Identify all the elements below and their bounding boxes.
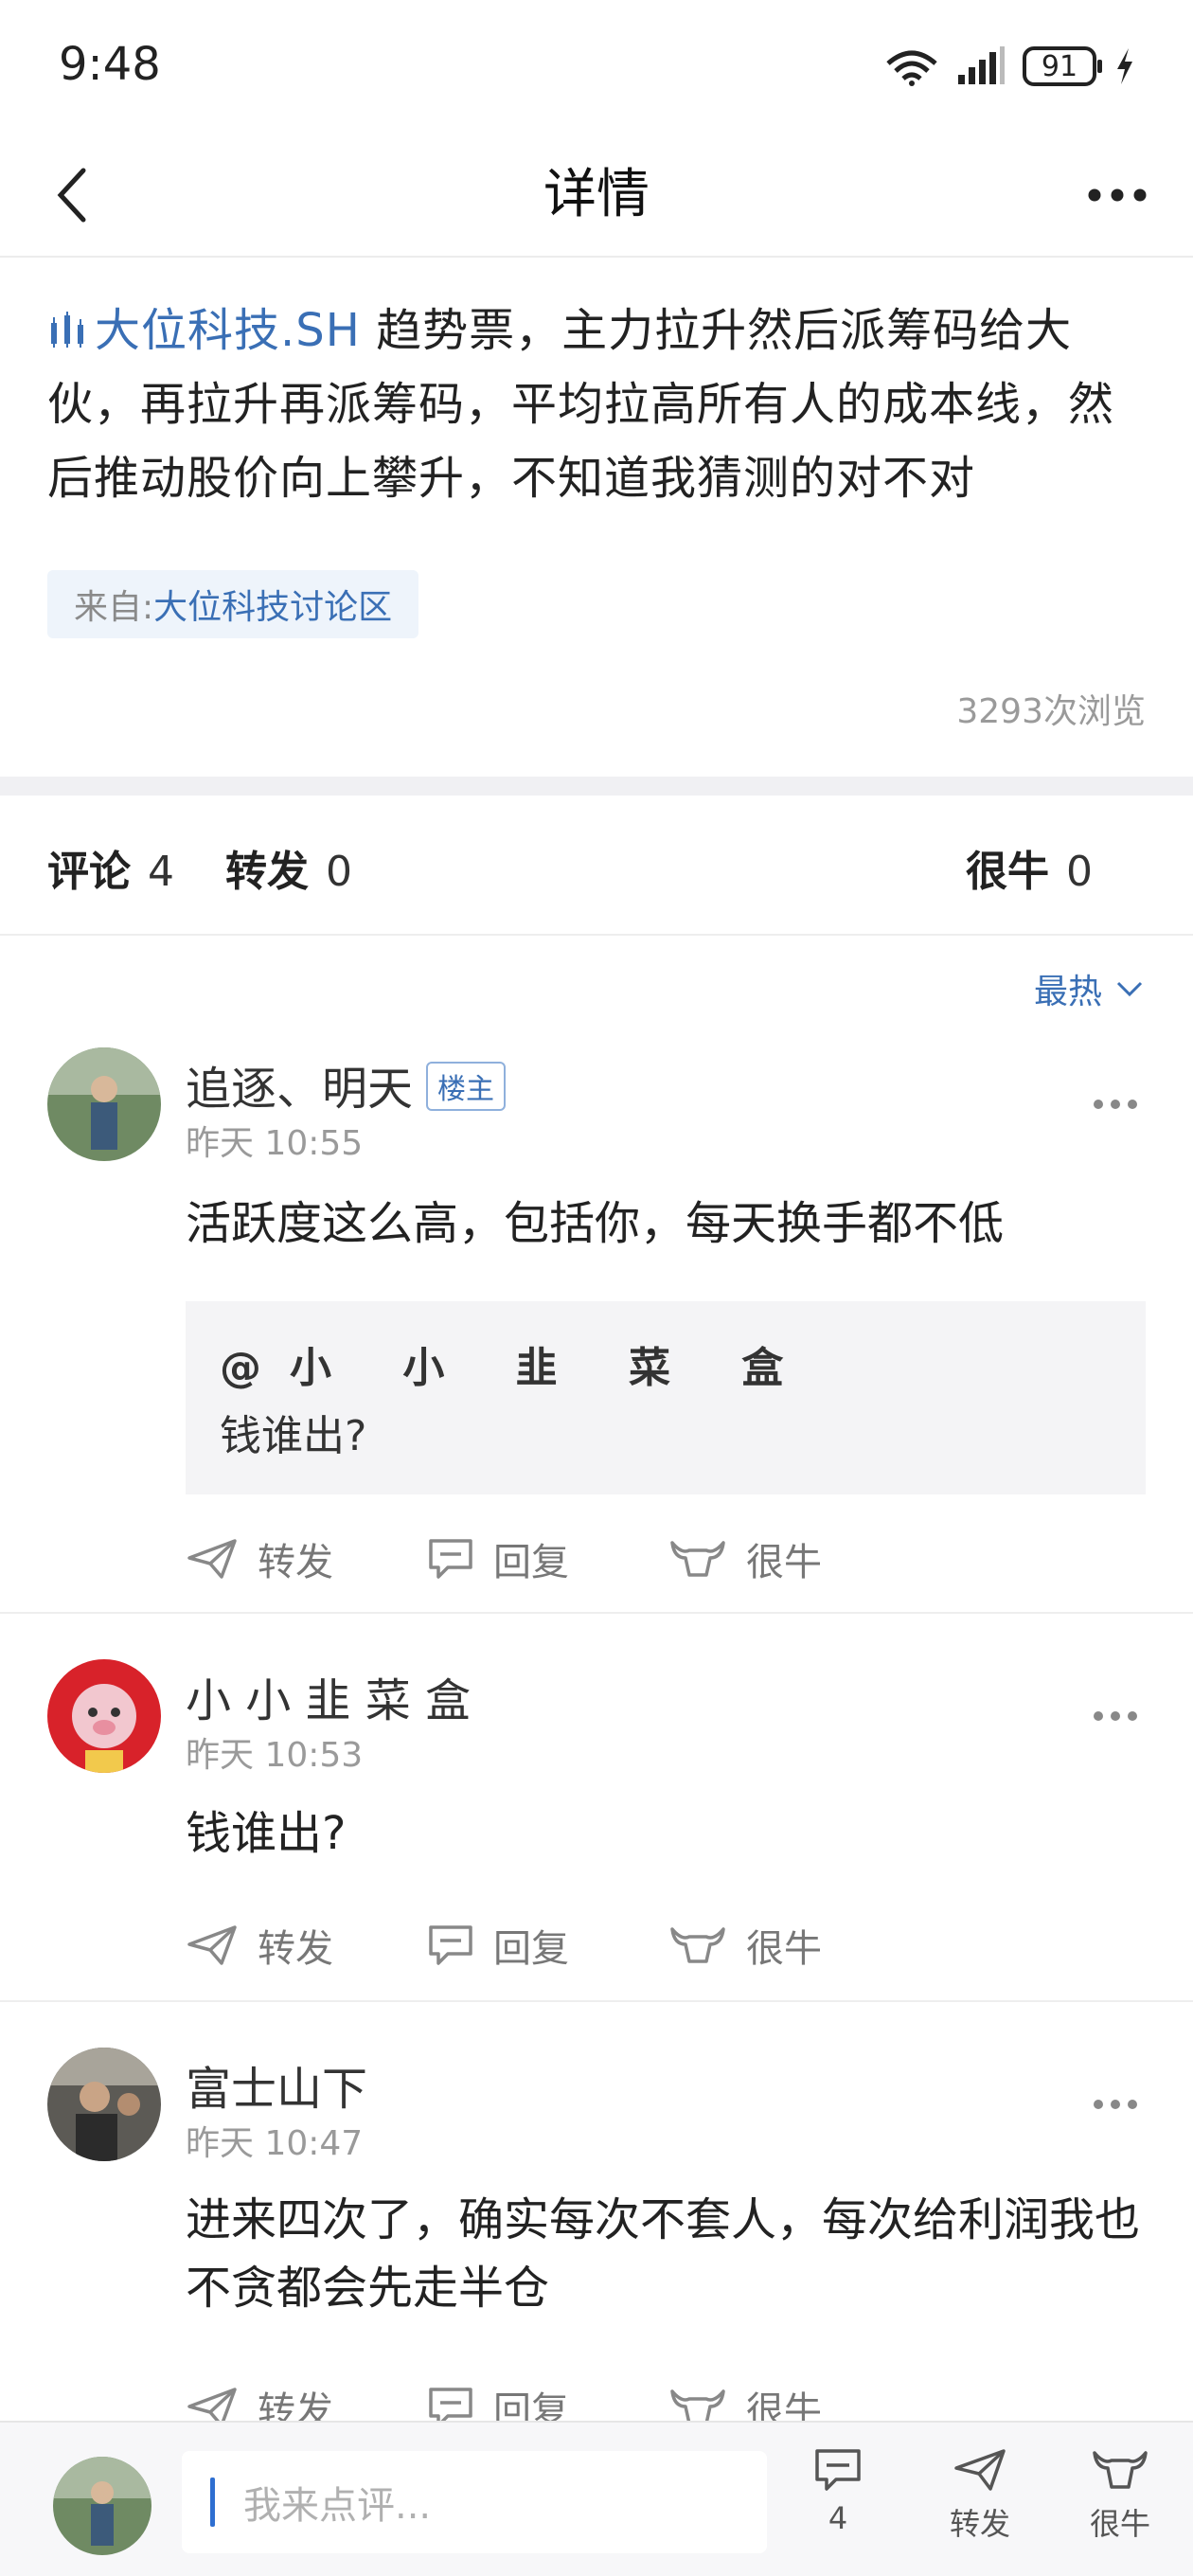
tab-reposts-count: 0 — [326, 848, 352, 896]
bull-icon — [670, 1927, 725, 1963]
comment-text: 活跃度这么高，包括你，每天换手都不低 — [186, 1197, 1005, 1250]
comment-author[interactable]: 追逐、明天 楼主 — [186, 1051, 507, 1118]
avatar[interactable] — [47, 1047, 161, 1161]
send-icon — [187, 1539, 237, 1579]
repost-button[interactable]: 转发 — [186, 1917, 427, 1974]
repost-button[interactable]: 转发 — [928, 2447, 1032, 2544]
more-options-button[interactable] — [1079, 161, 1155, 229]
comment-icon — [815, 2449, 861, 2491]
charging-icon — [1117, 48, 1132, 84]
send-icon — [954, 2449, 1006, 2491]
stock-tag-icon — [51, 312, 83, 348]
comment-more-button[interactable] — [1085, 1697, 1146, 1735]
like-button[interactable]: 很牛 — [668, 1917, 910, 1974]
comment-divider — [0, 1612, 1193, 1614]
tab-comments-count: 4 — [148, 848, 174, 896]
source-forum-link[interactable]: 来自: 大位科技讨论区 — [47, 570, 419, 638]
sort-dropdown[interactable]: 最热 — [1034, 964, 1144, 1013]
reply-label: 回复 — [493, 1541, 569, 1584]
battery-icon: 91 — [1023, 46, 1102, 86]
status-icons: 91 — [884, 44, 1136, 89]
tab-comments[interactable]: 评论 4 — [47, 837, 174, 898]
reply-label: 回复 — [493, 1927, 569, 1971]
bull-icon — [1093, 2451, 1148, 2489]
comment-author-name: 追逐、明天 — [186, 1063, 414, 1116]
source-prefix: 来自: — [74, 588, 154, 627]
reply-button[interactable]: 回复 — [427, 1917, 668, 1974]
comment-input[interactable]: 我来点评... — [182, 2451, 767, 2553]
wifi-icon — [886, 50, 937, 86]
reply-icon — [429, 1925, 472, 1965]
owner-badge: 楼主 — [426, 1062, 507, 1111]
quoted-text: 钱谁出? — [220, 1412, 367, 1460]
repost-button[interactable]: 转发 — [186, 1530, 427, 1587]
bottom-comment-bar: 我来点评... 4 转发 很牛 — [0, 2421, 1193, 2576]
like-label: 很牛 — [746, 1541, 822, 1584]
text-cursor — [210, 2478, 215, 2527]
more-icon — [1088, 188, 1147, 202]
tab-likes[interactable]: 很牛 0 — [966, 837, 1093, 898]
tab-comments-label: 评论 — [47, 848, 131, 896]
interaction-tabs: 评论 4 转发 0 很牛 0 — [0, 796, 1193, 936]
avatar[interactable] — [47, 2048, 161, 2161]
tab-reposts[interactable]: 转发 0 — [225, 837, 352, 898]
comment-input-placeholder: 我来点评... — [243, 2484, 432, 2528]
comment-time: 昨天 10:47 — [186, 2124, 364, 2163]
comment-actions: 转发 回复 很牛 — [186, 1530, 910, 1587]
chevron-down-icon — [1116, 981, 1143, 997]
post-body: 大位科技.SH 趋势票，主力拉升然后派筹码给大伙，再拉升再派筹码，平均拉高所有人… — [47, 294, 1155, 515]
reply-button[interactable]: 回复 — [427, 1530, 668, 1587]
quoted-reply[interactable]: @小 小 韭 菜 盒 钱谁出? — [186, 1301, 1146, 1494]
tab-likes-count: 0 — [1066, 848, 1093, 896]
tab-likes-label: 很牛 — [966, 848, 1049, 896]
like-label: 很牛 — [746, 1927, 822, 1971]
header: 详情 — [0, 133, 1193, 258]
my-avatar[interactable] — [53, 2457, 151, 2555]
comments-count: 4 — [828, 2500, 848, 2536]
sort-label: 最热 — [1033, 973, 1102, 1011]
repost-label: 转发 — [258, 1541, 333, 1584]
repost-label: 转发 — [949, 2506, 1010, 2542]
more-icon — [1094, 1100, 1137, 1109]
comments-button[interactable]: 4 — [786, 2447, 890, 2536]
stock-tag[interactable]: 大位科技.SH — [47, 304, 361, 357]
status-bar: 9:48 91 — [0, 0, 1193, 133]
comment-divider — [0, 2000, 1193, 2002]
comment-more-button[interactable] — [1085, 2085, 1146, 2123]
signal-icon — [958, 46, 1005, 84]
avatar[interactable] — [47, 1659, 161, 1773]
status-time: 9:48 — [59, 38, 161, 91]
like-label: 很牛 — [1089, 2506, 1150, 2542]
more-icon — [1094, 1711, 1137, 1721]
send-icon — [187, 1925, 237, 1965]
section-divider — [0, 777, 1193, 796]
comment-actions: 转发 回复 很牛 — [186, 1917, 910, 1974]
comment-more-button[interactable] — [1085, 1085, 1146, 1123]
comment-text: 进来四次了，确实每次不套人，每次给利润我也不贪都会先走半仓 — [186, 2193, 1141, 2315]
quoted-user: @小 小 韭 菜 盒 — [220, 1344, 812, 1392]
view-count: 3293次浏览 — [956, 692, 1146, 731]
stock-tag-label: 大位科技.SH — [95, 304, 361, 357]
comment-text: 钱谁出? — [186, 1807, 347, 1860]
comment-time: 昨天 10:55 — [186, 1124, 364, 1163]
source-name: 大位科技讨论区 — [153, 588, 393, 627]
comment-author[interactable]: 富士山下 — [186, 2051, 367, 2118]
page-title: 详情 — [543, 164, 650, 225]
reply-icon — [429, 1539, 472, 1579]
like-button[interactable]: 很牛 — [1068, 2447, 1172, 2544]
more-icon — [1094, 2100, 1137, 2109]
comment-author[interactable]: 小 小 韭 菜 盒 — [186, 1663, 471, 1729]
bull-icon — [670, 1541, 725, 1577]
like-button[interactable]: 很牛 — [668, 1530, 910, 1587]
tab-reposts-label: 转发 — [225, 848, 309, 896]
repost-label: 转发 — [258, 1927, 333, 1971]
comment-time: 昨天 10:53 — [186, 1736, 364, 1775]
